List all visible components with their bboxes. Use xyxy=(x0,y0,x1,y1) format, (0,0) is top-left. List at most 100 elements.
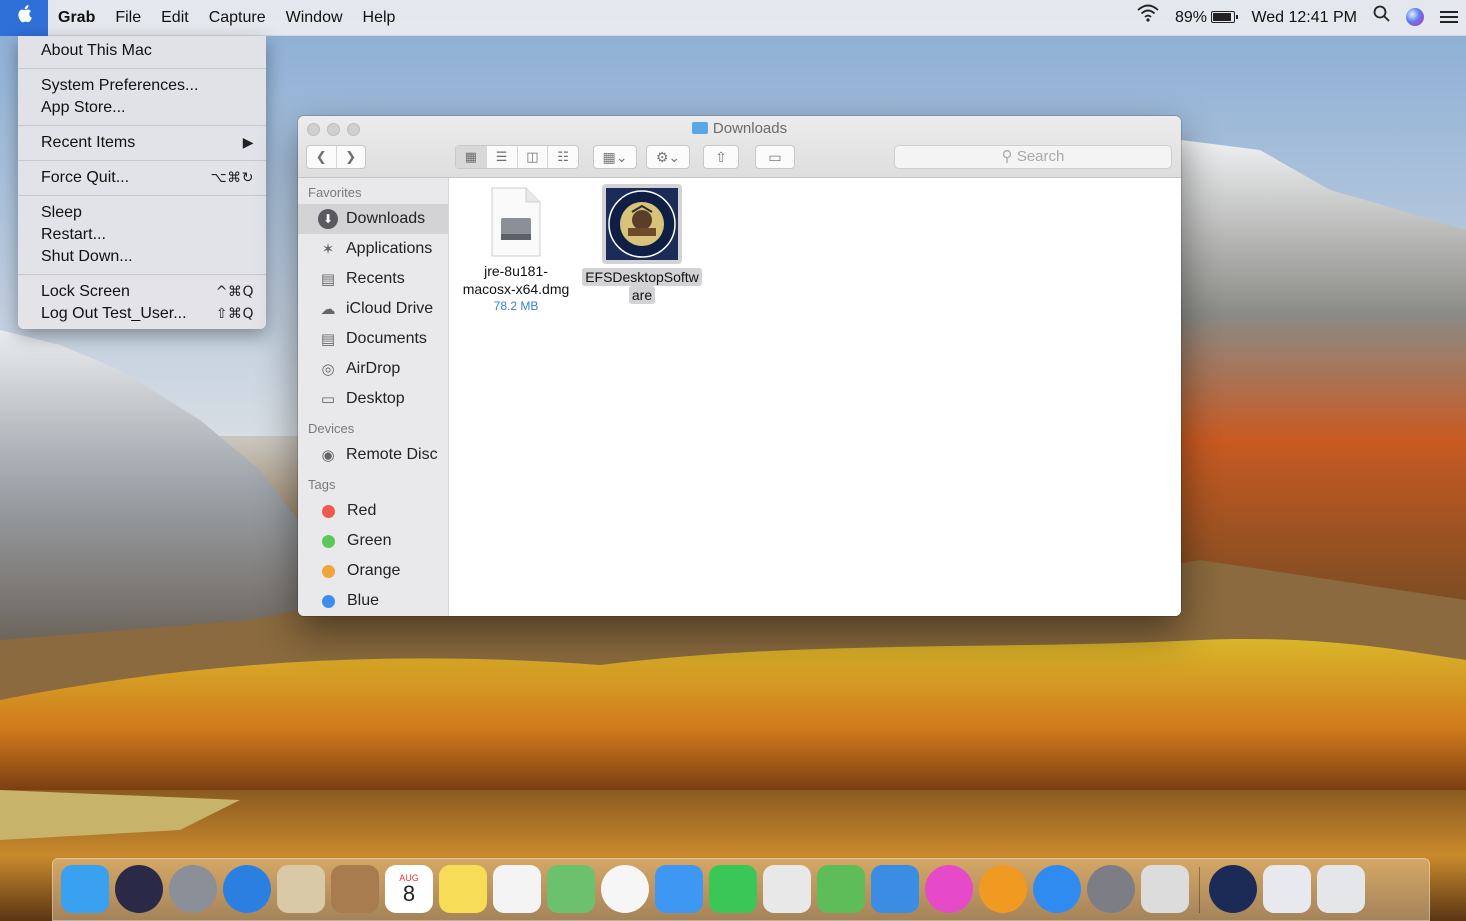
apple-menu-item-shortcut: ⌥⌘↻ xyxy=(210,170,254,186)
launchpad-icon[interactable] xyxy=(169,865,217,913)
group-by-icon[interactable]: ▦⌄ xyxy=(593,145,637,169)
file-item-efs-desktop-software[interactable]: EFSDesktopSoftw are xyxy=(582,184,702,304)
battery-percent: 89% xyxy=(1174,8,1207,26)
notification-center-icon[interactable] xyxy=(1432,0,1466,36)
apple-menu-item-shortcut: ⇧⌘Q xyxy=(215,306,254,322)
mail-icon[interactable] xyxy=(277,865,325,913)
forward-button[interactable]: ❯ xyxy=(337,146,366,168)
numbers-icon[interactable] xyxy=(817,865,865,913)
sidebar-item-applications[interactable]: ✶ Applications xyxy=(298,234,448,264)
contacts-icon[interactable] xyxy=(331,865,379,913)
menu-window[interactable]: Window xyxy=(276,0,353,36)
action-gear-icon[interactable]: ⚙⌄ xyxy=(646,145,690,169)
apple-menu-item[interactable]: Lock Screen ^⌘Q xyxy=(18,281,266,303)
menu-file[interactable]: File xyxy=(105,0,151,36)
menu-capture[interactable]: Capture xyxy=(199,0,276,36)
tag-color-dot xyxy=(322,534,335,548)
keynote-icon[interactable] xyxy=(871,865,919,913)
sidebar-item-documents[interactable]: ▤ Documents xyxy=(298,324,448,354)
apple-menu-item[interactable]: App Store... xyxy=(18,97,266,119)
back-button[interactable]: ❮ xyxy=(307,146,337,168)
efs-app-icon[interactable] xyxy=(1209,865,1257,913)
tag-color-dot xyxy=(322,504,335,518)
finder-window: Downloads ❮ ❯ ▦ ☰ ◫ ☷ ▦⌄ ⚙⌄ ⇧ ▭ ⚲ Search… xyxy=(298,116,1181,616)
file-size: 78.2 MB xyxy=(493,299,539,313)
sidebar-item-airdrop[interactable]: ◎ AirDrop xyxy=(298,354,448,384)
apple-menu-icon[interactable] xyxy=(0,0,48,36)
apple-menu-item[interactable]: Log Out Test_User... ⇧⌘Q xyxy=(18,303,266,325)
sidebar-item-icloud-drive[interactable]: ☁ iCloud Drive xyxy=(298,294,448,324)
finder-icon[interactable] xyxy=(61,865,109,913)
sidebar-item-label: Applications xyxy=(346,240,433,257)
dmg-file-icon xyxy=(491,187,541,257)
sidebar-item-label: Orange xyxy=(347,562,401,579)
messages-icon[interactable] xyxy=(655,865,703,913)
icon-view-icon[interactable]: ▦ xyxy=(456,146,487,168)
itunes-icon[interactable] xyxy=(925,865,973,913)
apple-menu-item-label: Sleep xyxy=(41,204,82,221)
battery-status[interactable]: 89% xyxy=(1167,0,1243,36)
system-preferences-icon[interactable] xyxy=(1087,865,1135,913)
menu-clock[interactable]: Wed 12:41 PM xyxy=(1243,0,1365,36)
siri-menu-icon[interactable] xyxy=(1398,0,1432,36)
apple-menu-item[interactable]: Shut Down... xyxy=(18,246,266,268)
calendar-icon[interactable]: AUG 8 xyxy=(385,865,433,913)
sidebar-header-tags: Tags xyxy=(308,477,336,492)
view-mode-buttons: ▦ ☰ ◫ ☷ xyxy=(455,145,579,169)
gallery-view-icon[interactable]: ☷ xyxy=(548,146,578,168)
sidebar-item-red[interactable]: Red xyxy=(298,496,448,526)
battery-icon xyxy=(1211,11,1239,24)
siri-icon[interactable] xyxy=(115,865,163,913)
apple-menu-item[interactable]: About This Mac xyxy=(18,40,266,62)
sidebar-item-remote-disc[interactable]: ◉ Remote Disc xyxy=(298,440,448,470)
file-item-dmg[interactable]: jre-8u181- macosx-x64.dmg 78.2 MB xyxy=(456,186,576,313)
sidebar-item-blue[interactable]: Blue xyxy=(298,586,448,616)
edit-tags-icon[interactable]: ▭ xyxy=(755,145,795,169)
share-icon[interactable]: ⇧ xyxy=(703,145,739,169)
documents-icon: ▤ xyxy=(320,331,336,348)
menu-bar: Grab File Edit Capture Window Help 89% W… xyxy=(0,0,1466,36)
dock: AUG 8 xyxy=(52,858,1430,921)
column-view-icon[interactable]: ◫ xyxy=(518,146,549,168)
sidebar-item-downloads[interactable]: ⬇ Downloads xyxy=(298,204,448,234)
sidebar-item-recents[interactable]: ▤ Recents xyxy=(298,264,448,294)
sidebar-item-label: Documents xyxy=(346,330,427,347)
downloads-stack-icon[interactable] xyxy=(1263,865,1311,913)
sidebar-item-label: Desktop xyxy=(346,390,405,407)
safari-icon[interactable] xyxy=(223,865,271,913)
grab-icon[interactable] xyxy=(1141,865,1189,913)
wifi-icon[interactable] xyxy=(1129,0,1167,36)
apple-menu-item[interactable]: Restart... xyxy=(18,224,266,246)
notes-icon[interactable] xyxy=(439,865,487,913)
apple-menu-item-label: Force Quit... xyxy=(41,169,130,186)
textedit-icon[interactable] xyxy=(763,865,811,913)
apple-menu-item[interactable]: Sleep xyxy=(18,202,266,224)
photos-icon[interactable] xyxy=(601,865,649,913)
apple-menu-item[interactable]: System Preferences... xyxy=(18,75,266,97)
ibooks-icon[interactable] xyxy=(979,865,1027,913)
desktop-icon: ▭ xyxy=(320,391,336,408)
apple-menu-item-label: Lock Screen xyxy=(41,283,130,300)
menu-app-name[interactable]: Grab xyxy=(48,0,105,36)
tag-color-dot xyxy=(322,564,335,578)
menu-separator xyxy=(18,274,266,275)
menu-separator xyxy=(18,195,266,196)
menu-help[interactable]: Help xyxy=(353,0,406,36)
search-field[interactable]: ⚲ Search xyxy=(894,145,1172,169)
apple-menu-item[interactable]: Force Quit... ⌥⌘↻ xyxy=(18,167,266,189)
sidebar-item-desktop[interactable]: ▭ Desktop xyxy=(298,384,448,414)
search-placeholder: Search xyxy=(1016,148,1065,165)
menu-edit[interactable]: Edit xyxy=(151,0,199,36)
list-view-icon[interactable]: ☰ xyxy=(487,146,518,168)
sidebar-item-label: Blue xyxy=(347,592,380,609)
facetime-icon[interactable] xyxy=(709,865,757,913)
app-store-icon[interactable] xyxy=(1033,865,1081,913)
maps-icon[interactable] xyxy=(547,865,595,913)
apple-menu-item[interactable]: Recent Items ▶ xyxy=(18,132,266,154)
menu-separator xyxy=(18,125,266,126)
spotlight-search-icon[interactable] xyxy=(1365,0,1398,36)
sidebar-item-orange[interactable]: Orange xyxy=(298,556,448,586)
reminders-icon[interactable] xyxy=(493,865,541,913)
trash-icon[interactable] xyxy=(1317,865,1365,913)
sidebar-item-green[interactable]: Green xyxy=(298,526,448,556)
